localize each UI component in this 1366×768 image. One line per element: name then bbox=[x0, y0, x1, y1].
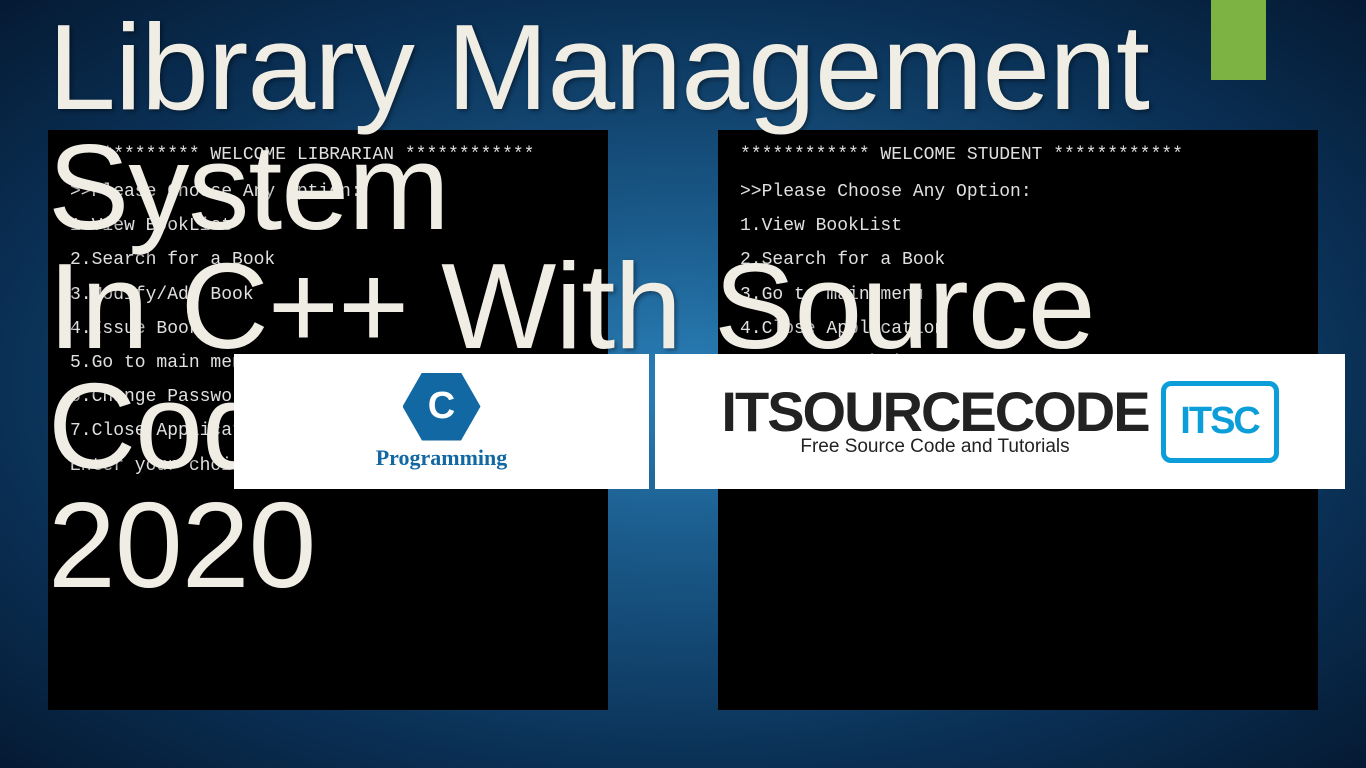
title-line-3: 2020 bbox=[48, 486, 1366, 606]
itsc-logo-icon: ITSC bbox=[1161, 381, 1279, 463]
itsc-title: ITSOURCECODE bbox=[721, 385, 1148, 438]
c-programming-label: Programming bbox=[376, 445, 508, 471]
c-hex-icon: C bbox=[403, 373, 481, 441]
itsc-text-group: ITSOURCECODE Free Source Code and Tutori… bbox=[721, 385, 1148, 458]
title-line-1: Library Management System bbox=[48, 8, 1366, 247]
c-letter: C bbox=[428, 385, 455, 428]
c-programming-badge: C Programming bbox=[234, 354, 649, 489]
itsourcecode-badge: ITSOURCECODE Free Source Code and Tutori… bbox=[655, 354, 1345, 489]
itsc-subtitle: Free Source Code and Tutorials bbox=[800, 436, 1069, 458]
main-title: Library Management System In C++ With So… bbox=[48, 8, 1366, 606]
